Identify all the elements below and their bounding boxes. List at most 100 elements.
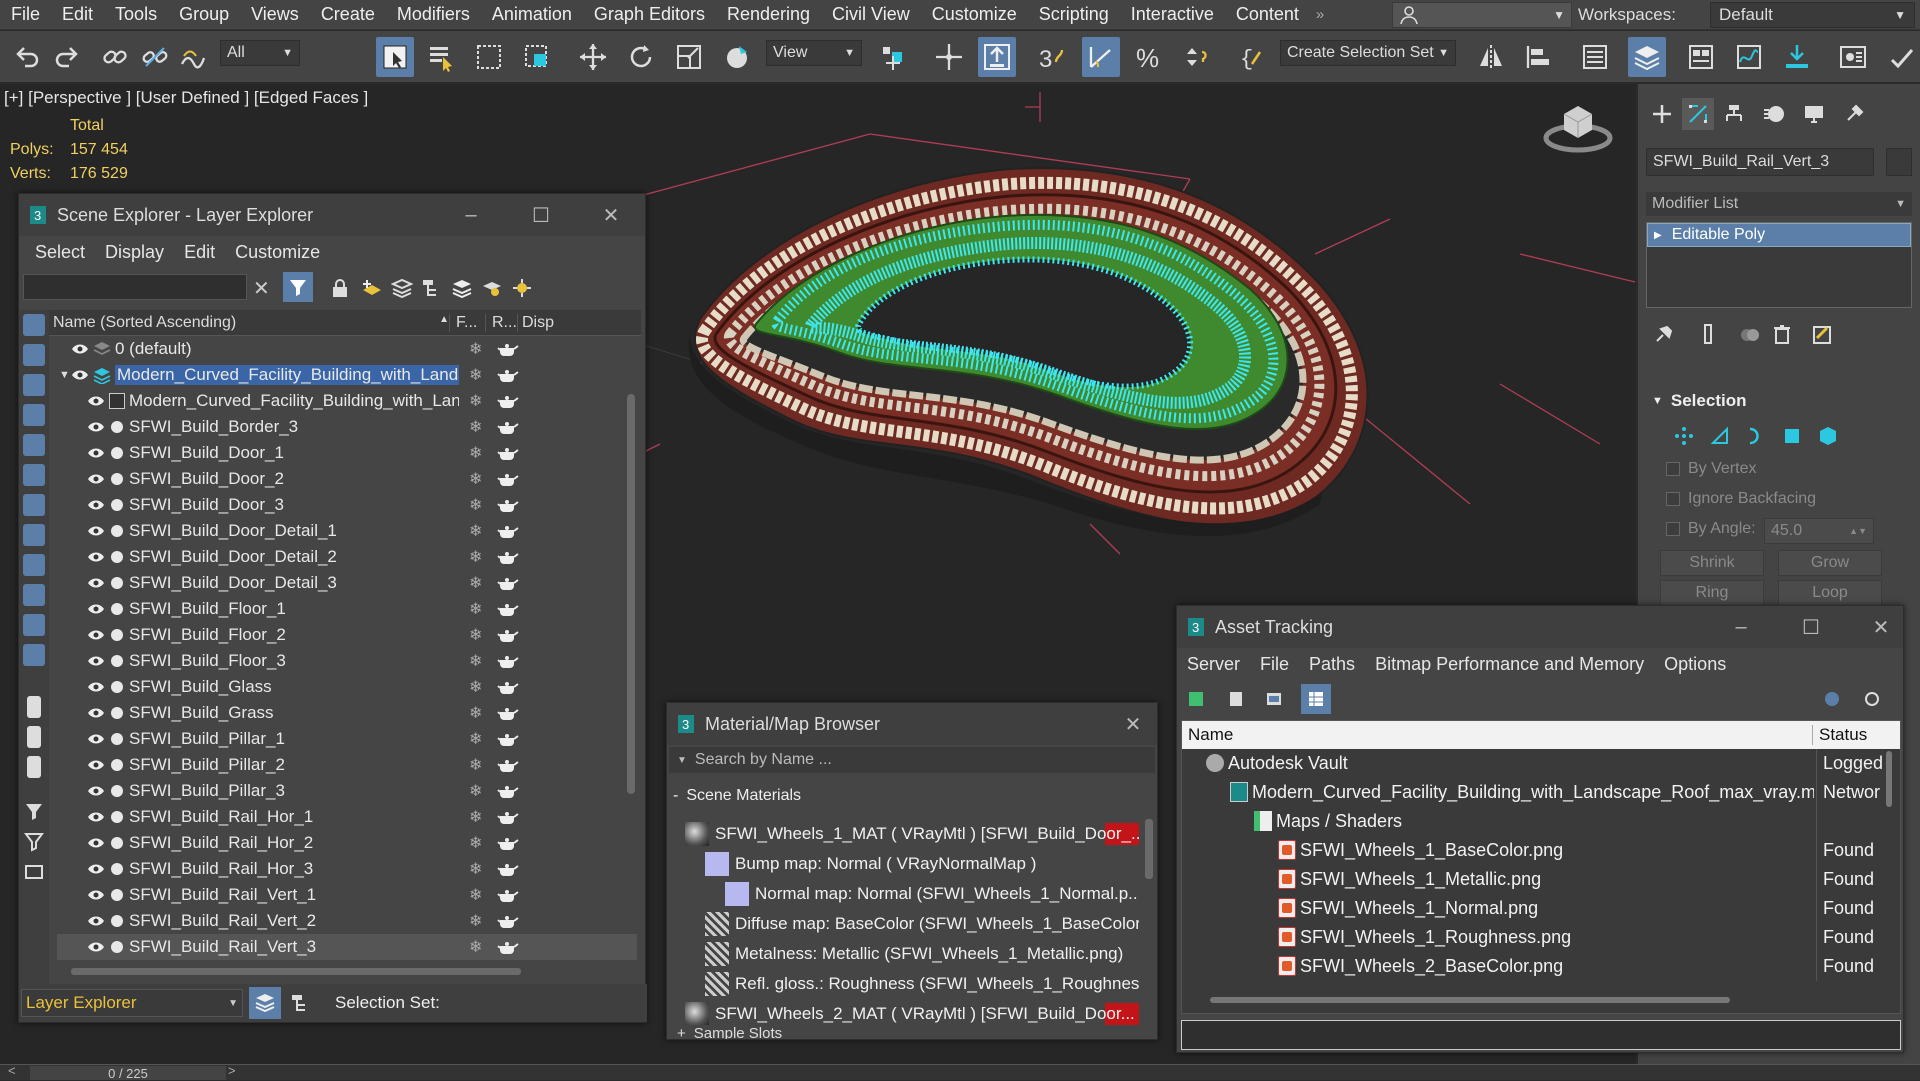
element-mode-icon[interactable] (1812, 420, 1844, 452)
menu-item-modifiers[interactable]: Modifiers (386, 4, 481, 25)
visibility-eye-icon[interactable] (87, 889, 105, 901)
menu-item-animation[interactable]: Animation (481, 4, 583, 25)
layers-icon[interactable] (451, 278, 473, 298)
asset-row[interactable]: SFWI_Wheels_1_Metallic.png Found (1182, 865, 1900, 894)
make-unique-icon[interactable] (1734, 318, 1766, 350)
settings-icon[interactable] (1863, 690, 1881, 708)
freeze-icon[interactable]: ❄ (469, 703, 482, 723)
loop-button[interactable]: Loop (1778, 580, 1882, 606)
angle-snap-icon[interactable] (1082, 37, 1120, 77)
renderable-teapot-icon[interactable] (497, 368, 519, 382)
create-tab-icon[interactable] (1646, 98, 1678, 130)
layer-list-hscrollbar[interactable] (71, 968, 521, 975)
layer-row[interactable]: SFWI_Build_Pillar_2 ❄ (57, 752, 637, 778)
layer-row[interactable]: Modern_Curved_Facility_Building_with_Lan… (57, 388, 637, 414)
lock-icon[interactable] (331, 278, 349, 298)
renderable-teapot-icon[interactable] (497, 862, 519, 876)
thumbnail-view-icon[interactable] (1265, 690, 1283, 708)
renderable-teapot-icon[interactable] (497, 420, 519, 434)
display-column-header[interactable]: Disp (517, 313, 557, 332)
select-object-icon[interactable] (376, 37, 414, 77)
spinner-snap-icon[interactable] (1178, 37, 1216, 77)
rendered-frame-window-icon[interactable] (1834, 37, 1872, 77)
freeze-icon[interactable]: ❄ (469, 937, 482, 957)
menu-item-views[interactable]: Views (240, 4, 310, 25)
table-view-icon[interactable] (1301, 684, 1331, 714)
asset-row[interactable]: Modern_Curved_Facility_Building_with_Lan… (1182, 778, 1900, 807)
menu-item-group[interactable]: Group (168, 4, 240, 25)
layer-explorer-toggle-icon[interactable] (249, 987, 281, 1019)
select-children-icon[interactable] (421, 278, 443, 298)
renderable-teapot-icon[interactable] (497, 342, 519, 356)
material-list-scrollbar[interactable] (1145, 819, 1153, 879)
select-by-name-icon[interactable] (422, 37, 460, 77)
modify-tab-icon[interactable] (1682, 98, 1714, 130)
next-frame-icon[interactable]: > (228, 1063, 236, 1078)
mirror-icon[interactable] (1472, 37, 1510, 77)
freeze-icon[interactable]: ❄ (469, 547, 482, 567)
ring-button[interactable]: Ring (1660, 580, 1764, 606)
object-name-field[interactable]: SFWI_Build_Rail_Vert_3 (1646, 148, 1874, 176)
explorer-menu-select[interactable]: Select (25, 242, 95, 263)
scene-materials-header[interactable]: - Scene Materials (673, 787, 801, 805)
help-icon[interactable] (1823, 690, 1841, 708)
by-angle-checkbox[interactable] (1666, 522, 1680, 536)
renderable-teapot-icon[interactable] (497, 446, 519, 460)
maximize-button[interactable]: ☐ (527, 202, 555, 228)
freeze-icon[interactable]: ❄ (469, 807, 482, 827)
visibility-eye-icon[interactable] (87, 551, 105, 563)
renderable-teapot-icon[interactable] (497, 654, 519, 668)
modifier-stack-item[interactable]: ▶ Editable Poly (1647, 223, 1911, 247)
rectangular-selection-icon[interactable] (470, 37, 508, 77)
freeze-icon[interactable]: ❄ (469, 781, 482, 801)
unlink-icon[interactable] (136, 37, 174, 77)
renderable-teapot-icon[interactable] (497, 524, 519, 538)
list-view-icon[interactable] (1227, 690, 1245, 708)
curve-editor-icon[interactable] (1730, 37, 1768, 77)
utilities-tab-icon[interactable] (1838, 98, 1870, 130)
freeze-icon[interactable]: ❄ (469, 443, 482, 463)
visibility-eye-icon[interactable] (87, 421, 105, 433)
renderable-teapot-icon[interactable] (497, 498, 519, 512)
name-column-header[interactable]: Name (Sorted Ascending) ▲ (49, 314, 449, 332)
renderable-teapot-icon[interactable] (497, 576, 519, 590)
configure-modifier-sets-icon[interactable] (1806, 318, 1838, 350)
pin-stack-icon[interactable] (1648, 318, 1680, 350)
explorer-menu-display[interactable]: Display (95, 242, 174, 263)
display-tab-icon[interactable] (1798, 98, 1830, 130)
asset-menu-bitmap-performance-and-memory[interactable]: Bitmap Performance and Memory (1365, 654, 1654, 675)
motion-tab-icon[interactable] (1758, 98, 1790, 130)
asset-path-field[interactable] (1181, 1020, 1901, 1050)
asset-status-column[interactable]: Status (1812, 725, 1867, 745)
visibility-eye-icon[interactable] (87, 395, 105, 407)
renderable-teapot-icon[interactable] (497, 784, 519, 798)
percent-snap-icon[interactable]: % (1130, 37, 1168, 77)
frozen-column-header[interactable]: F... (449, 313, 485, 332)
display-none-filter-icon[interactable] (23, 314, 45, 336)
renderable-teapot-icon[interactable] (497, 706, 519, 720)
layer-row[interactable]: SFWI_Build_Grass ❄ (57, 700, 637, 726)
freeze-icon[interactable]: ❄ (469, 729, 482, 749)
rotate-icon[interactable] (622, 37, 660, 77)
refresh-icon[interactable] (1187, 690, 1205, 708)
layer-row[interactable]: SFWI_Build_Door_1 ❄ (57, 440, 637, 466)
undo-icon[interactable] (8, 37, 46, 77)
layer-row[interactable]: ▼ Modern_Curved_Facility_Building_with_La… (57, 362, 637, 388)
snaps-toggle-icon[interactable]: 3 (1032, 37, 1070, 77)
menu-item-create[interactable]: Create (310, 4, 386, 25)
visibility-eye-icon[interactable] (87, 941, 105, 953)
freeze-icon[interactable]: ❄ (469, 651, 482, 671)
menu-item-interactive[interactable]: Interactive (1120, 4, 1225, 25)
visibility-eye-icon[interactable] (87, 759, 105, 771)
close-button[interactable]: ✕ (597, 202, 625, 228)
visibility-eye-icon[interactable] (87, 499, 105, 511)
visibility-eye-icon[interactable] (87, 447, 105, 459)
render-production-icon[interactable] (1882, 37, 1920, 77)
explorer-menu-customize[interactable]: Customize (225, 242, 330, 263)
layer-row[interactable]: SFWI_Build_Rail_Vert_3 ❄ (57, 934, 637, 960)
asset-row[interactable]: Autodesk Vault Logged (1182, 749, 1900, 778)
visibility-eye-icon[interactable] (87, 863, 105, 875)
sync-selection-icon[interactable] (511, 278, 533, 298)
time-slider[interactable]: < 0 / 225 > (0, 1063, 1920, 1081)
explorer-type-dropdown[interactable]: Layer Explorer ▼ (21, 989, 243, 1017)
